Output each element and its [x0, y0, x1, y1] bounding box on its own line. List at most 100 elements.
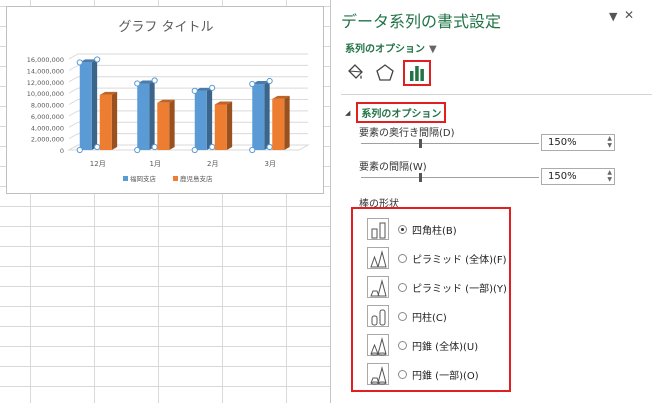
- selection-handle: [249, 146, 256, 154]
- bar-福岡支店-3月: [252, 84, 265, 150]
- selection-handle: [249, 80, 256, 88]
- selection-handle: [134, 80, 141, 87]
- bar-福岡支店-1月: [137, 83, 150, 150]
- selection-handle: [94, 56, 101, 63]
- bar-side: [206, 87, 213, 150]
- bar-鹿児島支店-2月: [214, 104, 227, 150]
- y-tick-label: 6,000,000: [31, 113, 64, 121]
- gap-depth-value: 150%: [548, 137, 577, 148]
- series-options-section-header[interactable]: ◢ 系列のオプション: [345, 102, 447, 123]
- shape-option-pyramid-partial[interactable]: ピラミッド (一部)(Y): [367, 276, 507, 298]
- chevron-down-icon: ▼: [429, 44, 437, 55]
- legend-swatch: [123, 176, 128, 181]
- shape-option-pyramid-full[interactable]: ピラミッド (全体)(F): [367, 247, 507, 269]
- pane-options-dropdown-icon[interactable]: ▼: [609, 10, 617, 23]
- legend-label: 福岡支店: [130, 174, 157, 183]
- selection-handle: [76, 146, 83, 154]
- selection-handle: [191, 146, 198, 154]
- gap-width-spinner[interactable]: 150% ▲ ▼: [541, 168, 615, 185]
- series-options-section-title: 系列のオプション: [356, 102, 447, 123]
- y-tick-label: 2,000,000: [31, 136, 64, 144]
- y-tick-label: 14,000,000: [27, 67, 64, 75]
- close-icon[interactable]: ✕: [624, 8, 634, 22]
- legend-label: 鹿児島支店: [180, 174, 213, 183]
- chart-svg[interactable]: グラフ タイトル 0 2,000,000 4,000,000 6,000,000 8,00…: [7, 7, 325, 195]
- bar-shape-group: 四角柱(B) ピラミッド (全体)(F) ピラミッド (一部)(Y) 円柱(C)…: [351, 207, 511, 392]
- y-tick-label: 10,000,000: [27, 90, 64, 98]
- selection-handle: [191, 87, 198, 94]
- bar-chart-options-icon[interactable]: [403, 60, 431, 86]
- series-options-dropdown[interactable]: 系列のオプション ▼: [345, 40, 437, 55]
- shape-option-cone-full[interactable]: 円錐 (全体)(U): [367, 334, 478, 356]
- shape-radio-pyramid-partial[interactable]: [398, 282, 407, 292]
- selection-handle: [151, 143, 158, 151]
- x-tick-label: 12月: [90, 160, 106, 168]
- gridline-side: [68, 133, 79, 140]
- partial-pyramid-icon: [367, 276, 389, 298]
- bar-side: [111, 91, 118, 150]
- bar-鹿児島支店-12月: [99, 94, 112, 150]
- shape-option-label: 円錐 (全体)(U): [412, 341, 479, 353]
- series-options-dropdown-label: 系列のオプション: [345, 44, 425, 55]
- gap-depth-label: 要素の奥行き間隔(D): [359, 128, 455, 139]
- y-tick-label: 0: [60, 147, 64, 155]
- gridline-side: [68, 64, 79, 71]
- full-pyramid-icon: [367, 247, 389, 269]
- shape-radio-box[interactable]: [398, 224, 407, 234]
- gridline-side: [68, 53, 79, 60]
- spinner-arrows-icon[interactable]: ▲ ▼: [607, 169, 612, 183]
- shape-option-label: 円錐 (一部)(O): [412, 370, 479, 382]
- pane-title: データ系列の書式設定: [341, 12, 502, 31]
- bar-side: [169, 99, 175, 150]
- full-cone-icon: [367, 334, 389, 356]
- bar-side: [264, 81, 270, 150]
- shape-option-label: ピラミッド (一部)(Y): [412, 283, 507, 295]
- shape-radio-cylinder[interactable]: [398, 311, 407, 321]
- shape-option-cone-partial[interactable]: 円錐 (一部)(O): [367, 363, 479, 385]
- selection-handle: [266, 143, 273, 151]
- shape-option-label: 円柱(C): [412, 312, 447, 324]
- bar-side: [149, 80, 155, 150]
- gridline-side: [68, 110, 79, 117]
- gap-width-label: 要素の間隔(W): [359, 162, 427, 173]
- selection-handle: [209, 84, 216, 91]
- legend-swatch: [173, 176, 178, 181]
- shape-radio-pyramid-full[interactable]: [398, 253, 407, 263]
- shape-radio-cone-full[interactable]: [398, 340, 407, 350]
- gridline-side: [68, 87, 79, 94]
- bar-side: [226, 101, 233, 150]
- spinner-arrows-icon[interactable]: ▲ ▼: [607, 135, 612, 149]
- y-tick-label: 16,000,000: [27, 56, 64, 64]
- selection-handle: [151, 77, 158, 84]
- selection-handle: [76, 59, 83, 66]
- y-tick-label: 12,000,000: [27, 79, 64, 87]
- shape-option-cylinder[interactable]: 円柱(C): [367, 305, 447, 327]
- gap-depth-spinner[interactable]: 150% ▲ ▼: [541, 134, 615, 151]
- x-tick-label: 1月: [150, 160, 161, 168]
- chart-title: グラフ タイトル: [118, 20, 213, 35]
- gap-depth-slider-thumb[interactable]: [419, 139, 422, 148]
- partial-cone-icon: [367, 363, 389, 385]
- bar-side: [91, 59, 98, 150]
- fill-bucket-icon[interactable]: [341, 60, 369, 86]
- bar-鹿児島支店-3月: [272, 98, 285, 150]
- y-tick-label: 4,000,000: [31, 124, 64, 132]
- collapse-triangle-icon: ◢: [345, 108, 351, 117]
- bar-鹿児島支店-1月: [157, 102, 170, 150]
- gap-width-slider[interactable]: [361, 173, 539, 182]
- gap-width-slider-thumb[interactable]: [419, 173, 422, 182]
- format-data-series-pane: データ系列の書式設定 ▼ ✕ 系列のオプション ▼ ◢ 系列のオプション 要素の奥…: [330, 0, 662, 403]
- shape-option-box[interactable]: 四角柱(B): [367, 218, 457, 240]
- gap-width-value: 150%: [548, 171, 577, 182]
- chart-area[interactable]: グラフ タイトル 0 2,000,000 4,000,000 6,000,000 8,00…: [6, 6, 324, 194]
- gridline-side: [68, 121, 79, 128]
- selection-handle: [266, 77, 273, 85]
- pane-divider: [341, 94, 652, 95]
- shape-option-label: 四角柱(B): [412, 225, 457, 237]
- y-tick-label: 8,000,000: [31, 102, 64, 110]
- pentagon-effects-icon[interactable]: [371, 60, 399, 86]
- gridline-side: [68, 99, 79, 105]
- shape-radio-cone-partial[interactable]: [398, 369, 407, 379]
- selection-handle: [209, 143, 216, 151]
- gap-depth-slider[interactable]: [361, 139, 539, 148]
